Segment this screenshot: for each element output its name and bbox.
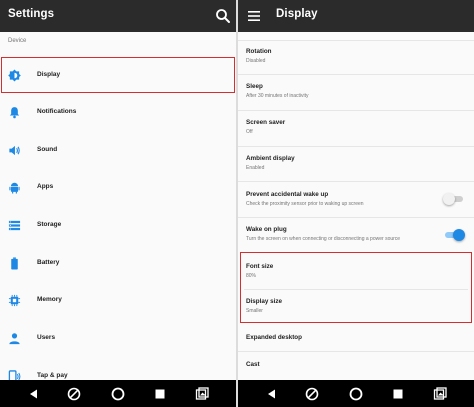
pref-title: Prevent accidental wake up xyxy=(246,191,329,198)
pref-expanded-desktop[interactable]: Expanded desktop xyxy=(238,324,474,351)
pref-summary: Off xyxy=(246,129,253,135)
settings-item-notifications[interactable]: Notifications xyxy=(0,94,236,131)
pref-title: Cast xyxy=(246,361,260,368)
settings-title: Settings xyxy=(8,8,55,20)
settings-item-users[interactable]: Users xyxy=(0,320,236,357)
settings-item-label: Users xyxy=(37,334,56,341)
pref-title: Expanded desktop xyxy=(246,334,302,341)
user-icon xyxy=(9,333,20,345)
memory-icon xyxy=(8,294,21,307)
pref-wake-on-plug[interactable]: Wake on plug Turn the screen on when con… xyxy=(238,218,474,252)
pref-title: Sleep xyxy=(246,83,263,90)
back-icon[interactable] xyxy=(264,386,280,402)
recents-icon[interactable] xyxy=(390,386,406,402)
pref-title: Wake on plug xyxy=(246,226,287,233)
settings-item-label: Storage xyxy=(37,221,62,228)
screenshot-icon[interactable] xyxy=(432,386,448,402)
home-icon[interactable] xyxy=(110,386,126,402)
pref-title: Rotation xyxy=(246,48,272,55)
search-icon[interactable] xyxy=(214,7,232,25)
pref-summary: After 30 minutes of inactivity xyxy=(246,93,309,99)
toggle-thumb xyxy=(443,193,455,205)
pref-rotation[interactable]: Rotation Disabled xyxy=(238,41,474,74)
pref-ambient-display[interactable]: Ambient display Enabled xyxy=(238,147,474,181)
nav-bar-left xyxy=(0,380,236,407)
menu-icon[interactable] xyxy=(246,7,264,25)
settings-toolbar: Settings xyxy=(0,0,236,32)
toggle-thumb xyxy=(453,229,465,241)
pref-summary: Turn the screen on when connecting or di… xyxy=(246,236,401,242)
nav-bar-right xyxy=(238,380,474,407)
pref-summary: Check the proximity sensor prior to waki… xyxy=(246,201,364,207)
no-disturb-icon[interactable] xyxy=(304,386,320,402)
battery-icon xyxy=(11,257,18,270)
settings-item-battery[interactable]: Battery xyxy=(0,245,236,282)
recents-icon[interactable] xyxy=(152,386,168,402)
display-title: Display xyxy=(276,8,318,20)
pref-sleep[interactable]: Sleep After 30 minutes of inactivity xyxy=(238,75,474,110)
highlight-font-display-size xyxy=(240,252,472,323)
settings-item-sound[interactable]: Sound xyxy=(0,132,236,169)
settings-item-apps[interactable]: Apps xyxy=(0,169,236,206)
android-icon xyxy=(9,182,20,194)
no-disturb-icon[interactable] xyxy=(66,386,82,402)
pref-prevent-accidental-wake-up[interactable]: Prevent accidental wake up Check the pro… xyxy=(238,182,474,217)
section-label-device: Device xyxy=(8,38,27,44)
pref-cast[interactable]: Cast xyxy=(238,352,474,380)
pref-title: Screen saver xyxy=(246,119,286,126)
pref-title: Ambient display xyxy=(246,155,295,162)
settings-item-label: Memory xyxy=(37,296,62,303)
settings-item-label: Notifications xyxy=(37,108,77,115)
settings-item-label: Tap & pay xyxy=(37,372,68,379)
settings-screen: Settings Device Display Notifications So… xyxy=(0,0,236,407)
display-screen: Display Rotation Disabled Sleep After 30… xyxy=(238,0,474,407)
highlight-display xyxy=(1,57,235,93)
pref-summary: Disabled xyxy=(246,58,266,64)
bell-icon xyxy=(9,107,20,119)
home-icon[interactable] xyxy=(348,386,364,402)
toggle-prevent-wake-up[interactable] xyxy=(443,193,463,205)
pref-screen-saver[interactable]: Screen saver Off xyxy=(238,111,474,146)
volume-icon xyxy=(9,145,20,156)
display-toolbar: Display xyxy=(238,0,474,32)
storage-icon xyxy=(8,220,21,231)
settings-item-label: Sound xyxy=(37,146,58,153)
settings-item-label: Battery xyxy=(37,259,60,266)
screenshot-icon[interactable] xyxy=(194,386,210,402)
back-icon[interactable] xyxy=(26,386,42,402)
settings-item-label: Apps xyxy=(37,183,54,190)
pref-summary: Enabled xyxy=(246,165,265,171)
toggle-wake-on-plug[interactable] xyxy=(445,229,465,241)
settings-item-memory[interactable]: Memory xyxy=(0,282,236,319)
settings-item-storage[interactable]: Storage xyxy=(0,207,236,244)
